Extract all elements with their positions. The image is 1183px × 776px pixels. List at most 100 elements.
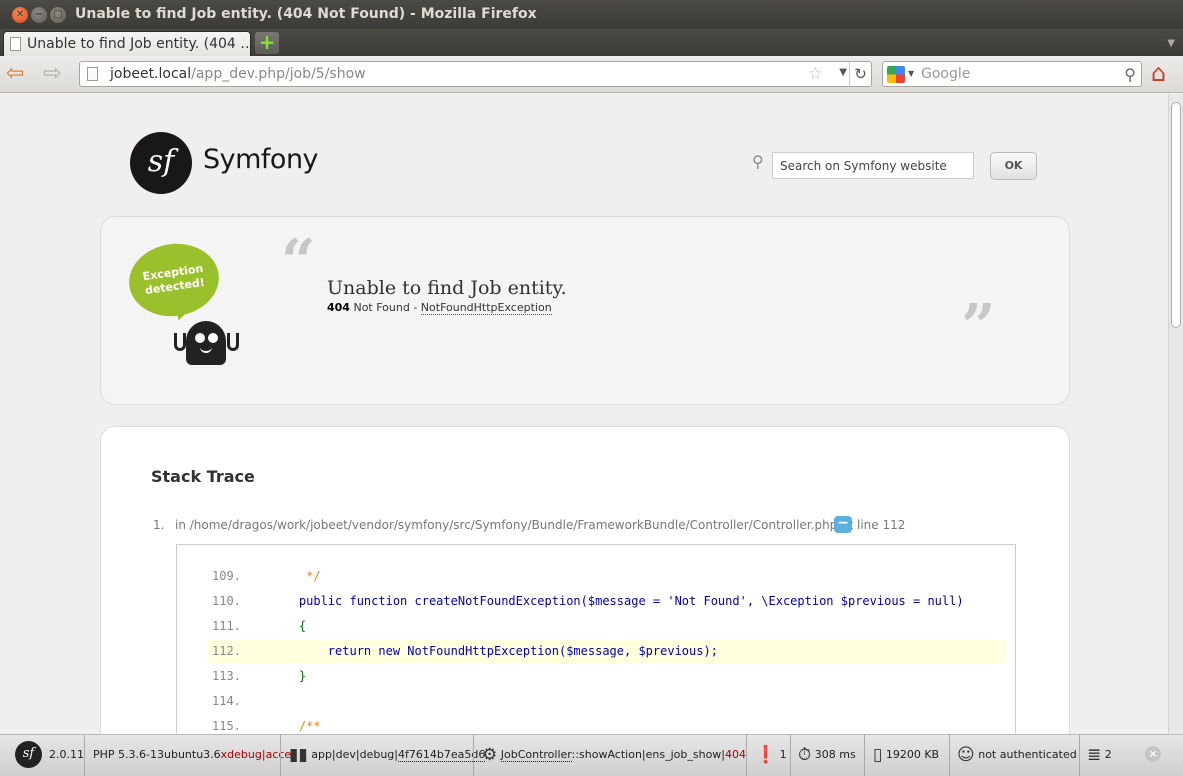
log-count: 1: [779, 748, 787, 761]
exception-class[interactable]: NotFoundHttpException: [420, 301, 552, 315]
line-number: 110.: [212, 594, 241, 608]
line-code: {: [270, 619, 307, 633]
ghost-arm-left: [174, 333, 186, 351]
url-bar[interactable]: jobeet.local/app_dev.php/job/5/show ☆ ▼ …: [79, 61, 872, 87]
php-info[interactable]: PHP 5.3.6-13ubuntu3.6xdebug|accel: [93, 735, 294, 776]
trace-item-text: in /home/dragos/work/jobeet/vendor/symfo…: [175, 518, 906, 532]
line-code: return new NotFoundHttpException($messag…: [270, 644, 718, 658]
config-info[interactable]: ▮▮ app|dev|debug|4f7614b7ea5d6: [289, 735, 486, 776]
symfony-version[interactable]: 2.0.11: [49, 735, 84, 776]
code-line: 113. }: [207, 665, 1005, 688]
code-line: 110. public function createNotFoundExcep…: [207, 590, 1005, 613]
line-code: }: [270, 669, 307, 683]
code-line: 109. */: [207, 565, 1005, 588]
search-placeholder: Google: [921, 66, 971, 82]
status-separator: -: [409, 301, 421, 314]
divider: [746, 735, 747, 776]
collapse-toggle-button[interactable]: −: [834, 516, 852, 533]
window-titlebar: ✕ − □ Unable to find Job entity. (404 No…: [0, 0, 1183, 29]
timer-info[interactable]: ⏱ 308 ms: [798, 735, 856, 776]
memory-usage: 19200 KB: [885, 748, 940, 761]
auth-status: not authenticated: [978, 748, 1077, 761]
divider: [864, 735, 865, 776]
symfony-search-input[interactable]: Search on Symfony website: [772, 152, 974, 179]
database-icon: ≣: [1087, 745, 1102, 765]
request-info[interactable]: ⚙ JobController::showAction|ens_job_show…: [482, 735, 746, 776]
tab-bar: Unable to find Job entity. (404 … + ▼: [0, 29, 1183, 56]
divider: [84, 735, 85, 776]
forward-button[interactable]: ⇨: [43, 63, 61, 85]
db-info[interactable]: ≣ 2: [1087, 735, 1112, 776]
logs-info[interactable]: ❗ 1: [755, 735, 787, 776]
history-dropdown-icon[interactable]: ▼: [839, 67, 847, 78]
quote-close-icon: ”: [961, 292, 996, 362]
trace-item-number: 1.: [153, 518, 165, 532]
close-window-button[interactable]: ✕: [12, 7, 28, 23]
exception-block: Exception detected! “ ” Unable to find J…: [100, 216, 1070, 405]
stack-trace-block: Stack Trace 1. in /home/dragos/work/jobee…: [100, 426, 1070, 734]
reload-button[interactable]: ↻: [849, 62, 871, 86]
memory-info[interactable]: ▯ 19200 KB: [873, 735, 939, 776]
ghost-arm-right: [227, 333, 239, 351]
minimize-window-button[interactable]: −: [31, 7, 47, 23]
request-time: 308 ms: [814, 748, 856, 761]
vertical-scrollbar[interactable]: [1168, 94, 1183, 734]
code-line: 115. /**: [207, 715, 1005, 734]
engine-dropdown-icon[interactable]: ▼: [908, 69, 914, 78]
symfony-toolbar-logo-icon[interactable]: sf: [15, 741, 42, 768]
maximize-window-button[interactable]: □: [50, 7, 66, 23]
search-icon: ⚲: [752, 152, 764, 171]
symfony-logo-icon[interactable]: sf: [130, 132, 192, 194]
url-path: /app_dev.php/job/5/show: [191, 66, 366, 82]
code-line: 111. {: [207, 615, 1005, 638]
search-ok-button[interactable]: OK: [990, 152, 1037, 180]
window-title: Unable to find Job entity. (404 Not Foun…: [75, 6, 537, 22]
new-tab-button[interactable]: +: [255, 32, 279, 54]
code-excerpt: 109. */ 110. public function createNotFo…: [176, 544, 1016, 734]
scrollbar-thumb[interactable]: [1171, 102, 1181, 328]
ghost-mouth: [200, 347, 212, 353]
divider: [280, 735, 281, 776]
line-number: 111.: [212, 619, 241, 633]
trace-item: 1. in /home/dragos/work/jobeet/vendor/sym…: [153, 518, 905, 532]
back-button[interactable]: ⇦: [6, 63, 24, 85]
close-toolbar-button[interactable]: ×: [1145, 746, 1161, 762]
line-number: 114.: [212, 694, 241, 708]
divider: [949, 735, 950, 776]
browser-tab[interactable]: Unable to find Job entity. (404 …: [3, 31, 255, 56]
page-viewport: sf Symfony ⚲ Search on Symfony website O…: [0, 94, 1168, 734]
ghost-eye: [195, 333, 205, 343]
status-text: Not Found: [353, 301, 410, 314]
symfony-brand[interactable]: Symfony: [203, 144, 319, 175]
google-icon[interactable]: [887, 66, 905, 83]
env-info: app|dev|debug|: [311, 748, 398, 761]
line-number: 112.: [212, 644, 241, 658]
ghost-eye: [208, 333, 218, 343]
code-line-highlighted: 112. return new NotFoundHttpException($m…: [207, 640, 1005, 663]
security-info[interactable]: ☺ not authenticated: [957, 735, 1077, 776]
divider: [473, 735, 474, 776]
user-icon: ☺: [957, 745, 975, 765]
quote-open-icon: “: [281, 227, 316, 297]
php-version: PHP 5.3.6-13ubuntu3.6: [93, 748, 221, 761]
divider: [790, 735, 791, 776]
stack-trace-heading: Stack Trace: [151, 467, 255, 486]
ghost-mascot-icon: [186, 321, 226, 365]
url-host: jobeet.local: [110, 66, 192, 82]
query-count: 2: [1104, 748, 1112, 761]
tab-list-chevron-icon[interactable]: ▼: [1167, 38, 1175, 49]
debug-toolbar: sf 2.0.11 PHP 5.3.6-13ubuntu3.6xdebug|ac…: [0, 734, 1183, 776]
stopwatch-icon: ⏱: [798, 745, 812, 765]
search-bar[interactable]: ▼ Google ⚲: [882, 61, 1142, 87]
controller-name: JobController: [500, 748, 572, 762]
tab-label: Unable to find Job entity. (404 …: [27, 36, 255, 52]
page-icon: [87, 67, 98, 81]
status-code: 404: [725, 748, 746, 761]
magnifier-icon[interactable]: ⚲: [1124, 65, 1136, 84]
line-code: public function createNotFoundException(…: [270, 594, 964, 608]
home-button[interactable]: ⌂: [1151, 60, 1177, 86]
bookmark-star-icon[interactable]: ☆: [808, 64, 823, 84]
memory-icon: ▯: [873, 745, 883, 765]
url-text[interactable]: jobeet.local/app_dev.php/job/5/show: [110, 66, 366, 82]
page-icon: [10, 37, 21, 51]
